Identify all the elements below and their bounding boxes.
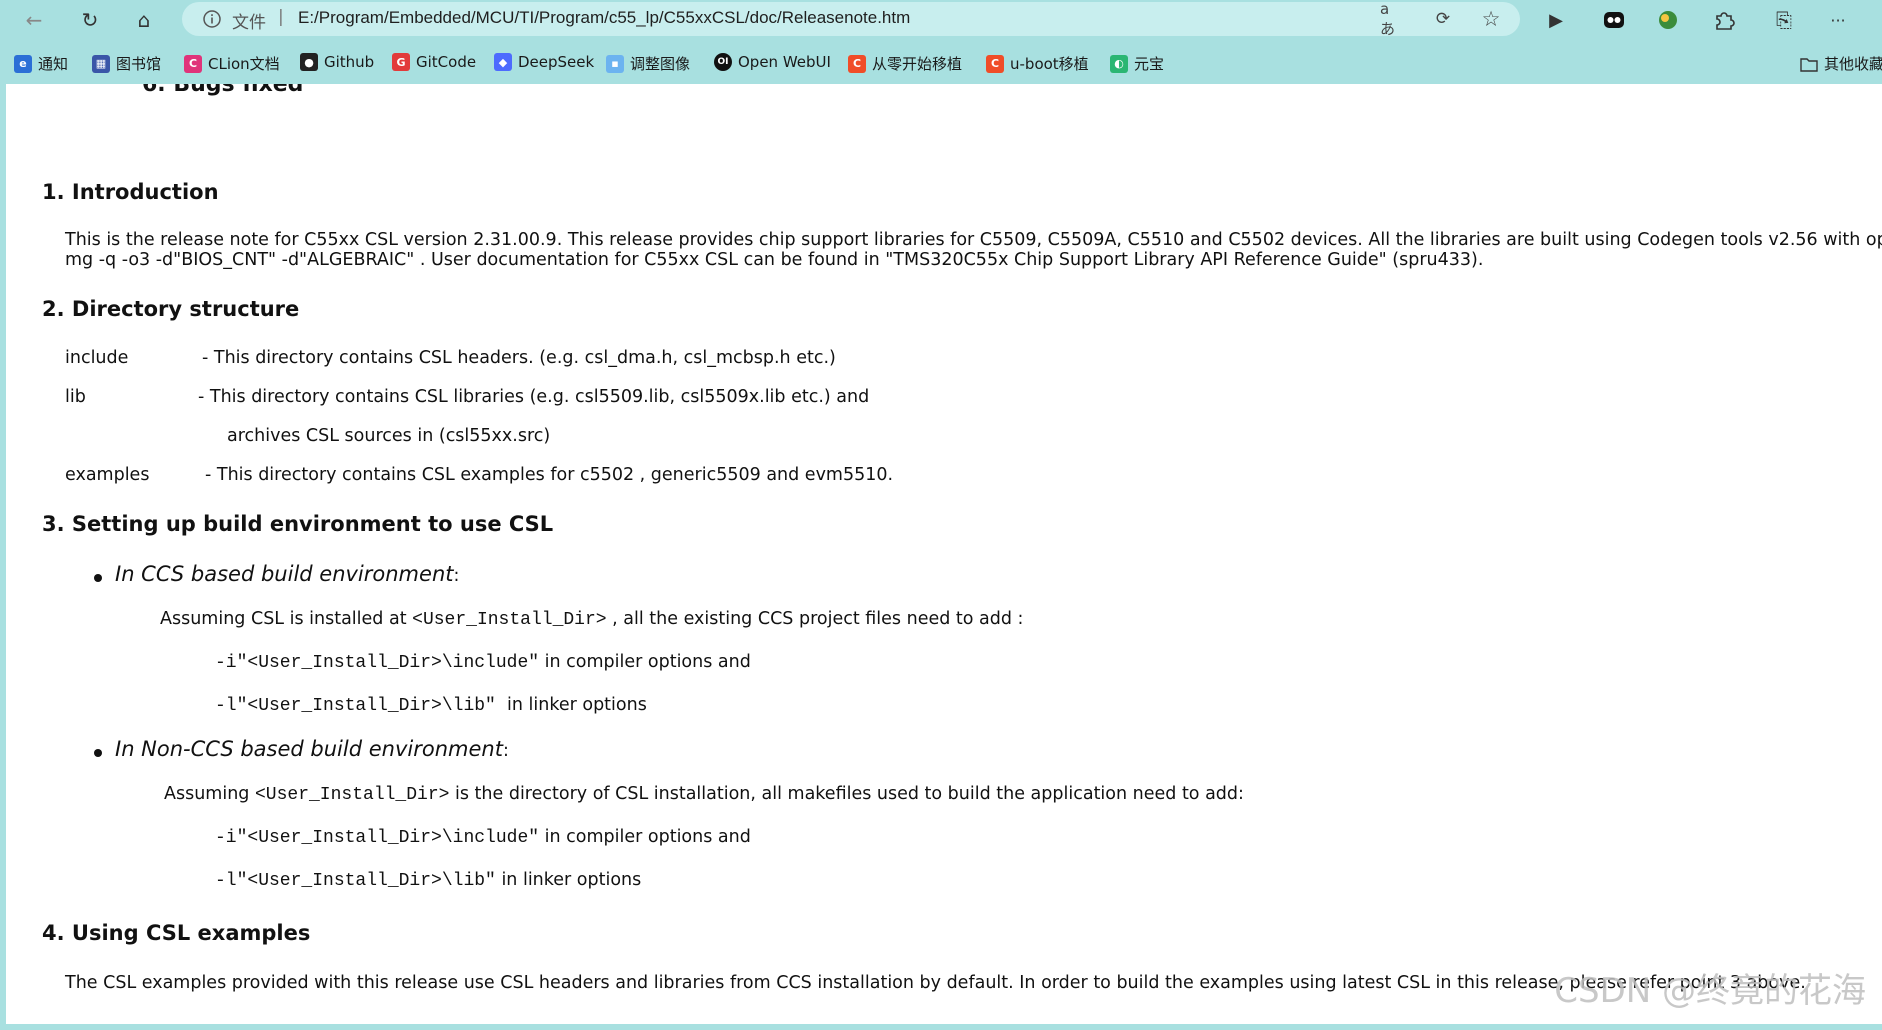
bookmarks-bar: e 通知 ▦ 图书馆 C CLion文档 ● Github G GitCode … xyxy=(0,50,1882,78)
dir-desc: - This directory contains CSL headers. (… xyxy=(202,348,836,368)
bookmark-item[interactable]: ▦ 图书馆 xyxy=(92,53,161,74)
dir-name: lib xyxy=(65,387,86,407)
extension-eyes-icon[interactable] xyxy=(1602,8,1626,32)
bookmark-label: 从零开始移植 xyxy=(872,55,963,73)
bookmark-label: Github xyxy=(324,53,375,71)
play-icon[interactable]: ▶ xyxy=(1542,6,1570,34)
csdn-watermark: CSDN @终竟的花海 xyxy=(1554,971,1866,1011)
bookmark-label: Open WebUI xyxy=(738,53,831,71)
bookmark-item[interactable]: C 从零开始移植 xyxy=(848,53,962,74)
back-icon[interactable]: ← xyxy=(20,6,48,34)
ccs-include-line: -i"<User_Install_Dir>\include" in compil… xyxy=(215,652,751,673)
dir-desc-continued: archives CSL sources in (csl55xx.src) xyxy=(227,426,551,446)
bookmark-icon: C xyxy=(184,54,202,73)
bookmark-item[interactable]: OI Open WebUI xyxy=(714,53,831,71)
browser-toolbar: ← ↻ ⌂ 文件 | E:/Program/Embedded/MCU/TI/Pr… xyxy=(0,0,1882,40)
bookmark-label: 通知 xyxy=(38,55,69,73)
globe-extension-icon[interactable] xyxy=(1656,8,1680,32)
nonccs-assume-line: Assuming <User_Install_Dir> is the direc… xyxy=(164,784,1244,805)
bookmark-item[interactable]: ● Github xyxy=(300,53,374,71)
translate-icon[interactable]: aあ xyxy=(1380,0,1402,38)
ccs-assume-line: Assuming CSL is installed at <User_Insta… xyxy=(160,609,1024,630)
bookmark-label: 元宝 xyxy=(1134,55,1165,73)
nonccs-lib-line: -l"<User_Install_Dir>\lib" in linker opt… xyxy=(215,870,642,891)
bookmark-item[interactable]: ▪ 调整图像 xyxy=(606,53,690,74)
section-heading: 4. Using CSL examples xyxy=(42,921,311,945)
dir-desc: - This directory contains CSL libraries … xyxy=(198,387,870,407)
bullet-icon xyxy=(94,574,102,582)
url-text[interactable]: E:/Program/Embedded/MCU/TI/Program/c55_l… xyxy=(298,8,910,28)
bookmark-icon: C xyxy=(986,54,1004,73)
collections-icon[interactable]: ⎘ xyxy=(1770,6,1798,34)
home-icon[interactable]: ⌂ xyxy=(130,6,158,34)
edge-refresh-icon[interactable]: ⟳ xyxy=(1432,8,1454,30)
bookmark-icon: ◐ xyxy=(1110,54,1128,73)
info-icon[interactable] xyxy=(202,9,222,29)
ccs-lib-line: -l"<User_Install_Dir>\lib" in linker opt… xyxy=(215,695,647,716)
nonccs-include-line: -i"<User_Install_Dir>\include" in compil… xyxy=(215,827,751,848)
dir-desc: - This directory contains CSL examples f… xyxy=(205,465,894,485)
bookmark-label: 调整图像 xyxy=(630,55,691,73)
toc-last-item[interactable]: 6. Bugs fixed xyxy=(142,84,303,97)
section-heading: 3. Setting up build environment to use C… xyxy=(42,512,554,536)
address-bar[interactable]: 文件 | E:/Program/Embedded/MCU/TI/Program/… xyxy=(182,0,1520,38)
bookmark-item[interactable]: G GitCode xyxy=(392,53,476,71)
dir-name: examples xyxy=(65,465,150,485)
refresh-icon[interactable]: ↻ xyxy=(76,6,104,34)
bookmark-icon: ◆ xyxy=(494,53,512,71)
extensions-puzzle-icon[interactable] xyxy=(1712,8,1736,32)
bookmark-icon: ● xyxy=(300,53,318,71)
dir-name: include xyxy=(65,348,129,368)
intro-line-1: This is the release note for C55xx CSL v… xyxy=(65,230,1882,250)
bookmark-label: DeepSeek xyxy=(518,53,595,71)
bookmark-item[interactable]: ◆ DeepSeek xyxy=(494,53,594,71)
examples-paragraph: The CSL examples provided with this rele… xyxy=(65,973,1806,993)
section-heading: 1. Introduction xyxy=(42,180,219,204)
bookmark-item[interactable]: ◐ 元宝 xyxy=(1110,53,1164,74)
bookmark-label: 图书馆 xyxy=(116,55,162,73)
section-heading: 2. Directory structure xyxy=(42,297,300,321)
menu-icon[interactable]: ··· xyxy=(1824,6,1852,34)
bookmark-icon: e xyxy=(14,54,32,73)
bookmark-icon: OI xyxy=(714,53,732,71)
page-content: 6. Bugs fixed 1. Introduction This is th… xyxy=(6,84,1882,1024)
intro-line-2: mg -q -o3 -d"BIOS_CNT" -d"ALGEBRAIC" . U… xyxy=(65,250,1484,270)
favorite-star-icon[interactable]: ☆ xyxy=(1480,7,1502,31)
bullet-icon xyxy=(94,749,102,757)
bookmark-icon: G xyxy=(392,53,410,71)
bookmark-icon: ▦ xyxy=(92,54,110,73)
bullet-heading: In Non-CCS based build environment: xyxy=(115,737,509,761)
bookmark-item[interactable]: e 通知 xyxy=(14,53,68,74)
bookmark-item[interactable]: C CLion文档 xyxy=(184,53,280,74)
bookmark-label: GitCode xyxy=(416,53,477,71)
folder-icon xyxy=(1800,57,1818,72)
bookmark-label: u-boot移植 xyxy=(1010,55,1089,73)
bookmark-icon: C xyxy=(848,54,866,73)
bookmark-item[interactable]: C u-boot移植 xyxy=(986,53,1089,74)
other-bookmarks-label: 其他收藏 xyxy=(1824,55,1882,73)
scheme-label: 文件 xyxy=(232,13,266,33)
other-bookmarks[interactable]: 其他收藏 xyxy=(1800,53,1882,74)
bookmark-icon: ▪ xyxy=(606,54,624,73)
bookmark-label: CLion文档 xyxy=(208,55,280,73)
address-separator: | xyxy=(278,7,284,27)
bullet-heading: In CCS based build environment: xyxy=(115,562,460,586)
